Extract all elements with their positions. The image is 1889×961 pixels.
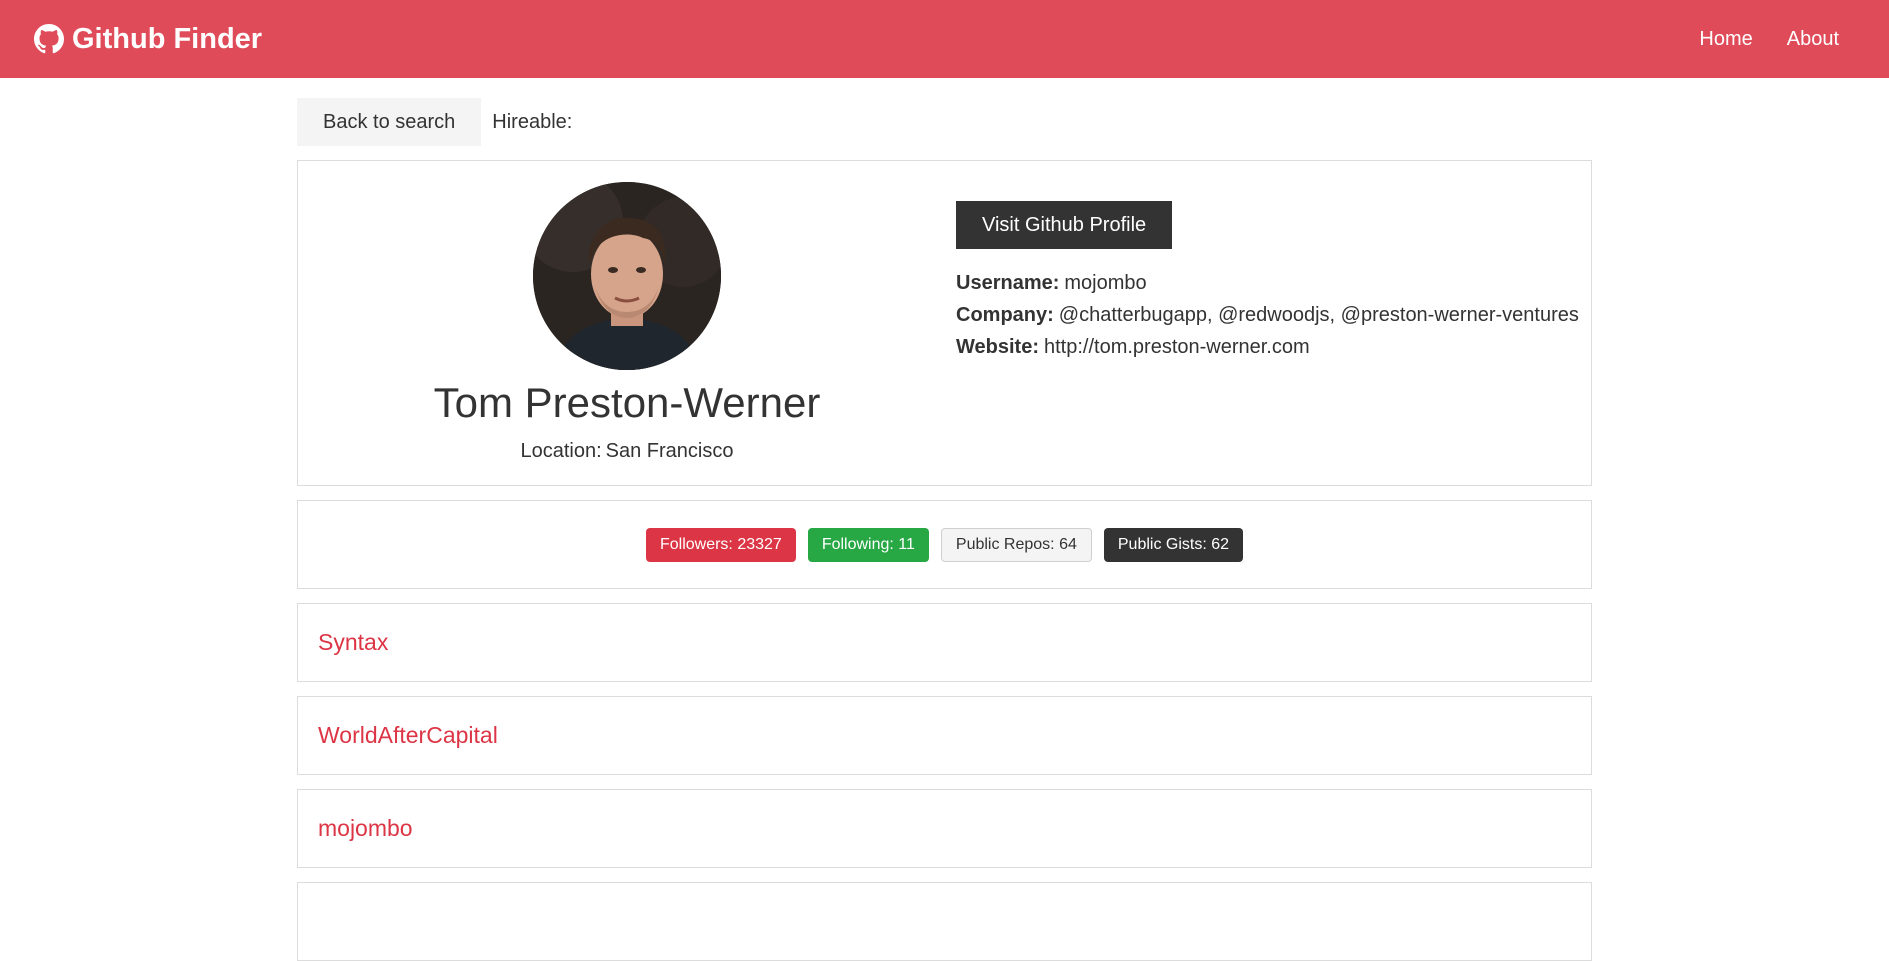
repo-item: Syntax	[297, 603, 1592, 682]
navbar: Github Finder Home About	[0, 0, 1889, 78]
website-row: Website: http://tom.preston-werner.com	[956, 331, 1579, 363]
repo-link[interactable]: Syntax	[318, 629, 388, 656]
location-label: Location:	[520, 440, 602, 463]
main-container: Back to search Hireable: Tom Preston-Wer…	[297, 98, 1592, 961]
info-list: Username: mojombo Company: @chatterbugapp,…	[956, 267, 1579, 363]
followers-badge: Followers: 23327	[645, 527, 796, 562]
username-label: Username:	[956, 272, 1060, 294]
following-badge: Following: 11	[807, 527, 929, 562]
avatar	[533, 182, 721, 370]
nav-link-home[interactable]: Home	[1699, 28, 1752, 51]
visit-github-profile-button[interactable]: Visit Github Profile	[956, 201, 1173, 249]
location-value: San Francisco	[605, 440, 734, 463]
repo-item-partial	[297, 882, 1592, 961]
stats-card: Followers: 23327 Following: 11 Public Re…	[297, 500, 1592, 589]
website-value: http://tom.preston-werner.com	[1043, 336, 1310, 358]
username-row: Username: mojombo	[956, 267, 1579, 299]
brand-title: Github Finder	[72, 22, 263, 55]
repo-link[interactable]: WorldAfterCapital	[318, 722, 498, 749]
profile-card: Tom Preston-Werner Location: San Francisc…	[297, 160, 1592, 486]
username-value: mojombo	[1064, 272, 1147, 294]
company-value: @chatterbugapp, @redwoodjs, @preston-wer…	[1058, 304, 1579, 326]
profile-name: Tom Preston-Werner	[433, 379, 821, 426]
brand[interactable]: Github Finder	[34, 23, 262, 56]
nav-link-about[interactable]: About	[1787, 28, 1839, 51]
location: Location: San Francisco	[520, 440, 733, 463]
back-to-search-button[interactable]: Back to search	[297, 98, 482, 146]
website-label: Website:	[956, 336, 1039, 358]
github-icon	[34, 24, 64, 54]
hireable-label: Hireable:	[492, 110, 573, 133]
repo-item: WorldAfterCapital	[297, 696, 1592, 775]
avatar-photo	[533, 182, 721, 370]
nav-links: Home About	[1699, 28, 1839, 51]
profile-summary: Tom Preston-Werner Location: San Francisc…	[298, 161, 956, 485]
company-row: Company: @chatterbugapp, @redwoodjs, @pre…	[956, 299, 1579, 331]
repo-item: mojombo	[297, 789, 1592, 868]
public-repos-badge: Public Repos: 64	[940, 527, 1092, 562]
topbar: Back to search Hireable:	[297, 98, 1592, 146]
company-label: Company:	[956, 304, 1054, 326]
repo-link[interactable]: mojombo	[318, 815, 413, 842]
profile-details: Visit Github Profile Username: mojombo Co…	[956, 161, 1579, 485]
public-gists-badge: Public Gists: 62	[1103, 527, 1244, 562]
